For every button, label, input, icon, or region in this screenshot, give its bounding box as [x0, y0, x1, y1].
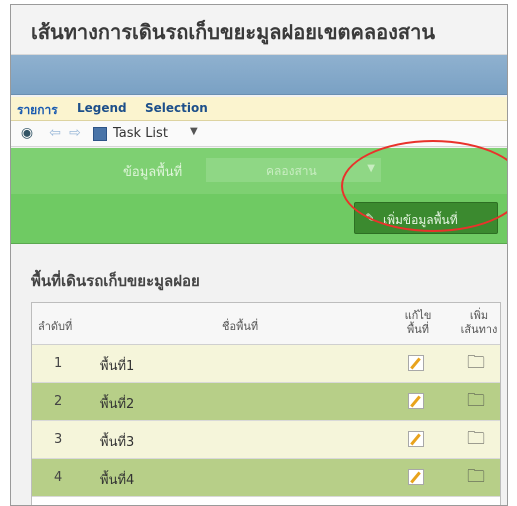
column-header-edit-line2: พื้นที่	[406, 323, 430, 336]
table-row: 1 พื้นที่1 🗀	[32, 345, 500, 383]
tab-legend[interactable]: Legend	[77, 101, 127, 115]
back-arrow-icon[interactable]: ⇦	[47, 125, 63, 141]
area-table: ลำดับที่ ชื่อพื้นที่ แก้ไข พื้นที่ เพิ่ม…	[31, 302, 501, 505]
page-title: เส้นทางการเดินรถเก็บขยะมูลฝอยเขตคลองสาน	[31, 20, 436, 44]
edit-icon[interactable]	[408, 469, 424, 485]
column-header-edit: แก้ไข พื้นที่	[400, 309, 436, 337]
task-list-menu[interactable]: Task List	[113, 126, 168, 141]
column-header-route: เพิ่ม เส้นทาง	[460, 309, 498, 337]
edit-icon[interactable]	[408, 393, 424, 409]
column-header-route-line2: เส้นทาง	[460, 323, 498, 336]
row-number: 2	[54, 394, 63, 409]
chevron-down-icon: ▼	[367, 163, 375, 174]
row-area-name: พื้นที่4	[100, 473, 135, 488]
filter-bar: ข้อมูลพื้นที่ คลองสาน ▼	[11, 148, 507, 194]
column-header-edit-line1: แก้ไข	[404, 309, 432, 322]
table-row: 2 พื้นที่2 🗀	[32, 383, 500, 421]
chevron-down-icon[interactable]: ▼	[190, 126, 198, 137]
add-route-icon[interactable]: 🗀	[467, 391, 485, 411]
action-bar: ✎ เพิ่มข้อมูลพื้นที่	[11, 194, 507, 244]
tab-strip: รายการ Legend Selection	[11, 97, 507, 121]
header-band	[11, 55, 507, 95]
column-header-no: ลำดับที่	[38, 320, 73, 333]
tab-list[interactable]: รายการ	[17, 101, 58, 120]
app-window: เส้นทางการเดินรถเก็บขยะมูลฝอยเขตคลองสาน …	[10, 4, 508, 506]
area-filter-label: ข้อมูลพื้นที่	[123, 165, 183, 180]
add-area-button[interactable]: ✎ เพิ่มข้อมูลพื้นที่	[354, 202, 498, 234]
forward-arrow-icon[interactable]: ⇨	[67, 125, 83, 141]
add-route-icon[interactable]: 🗀	[467, 353, 485, 373]
section-title: พื้นที่เดินรถเก็บขยะมูลฝอย	[31, 272, 200, 290]
toolbar: ◉ ⇦ ⇨ Task List ▼	[11, 121, 507, 147]
row-number: 1	[54, 356, 63, 371]
row-area-name: พื้นที่1	[100, 359, 135, 374]
tab-selection[interactable]: Selection	[145, 101, 208, 115]
row-area-name: พื้นที่3	[100, 435, 135, 450]
row-area-name: พื้นที่2	[100, 397, 135, 412]
table-header: ลำดับที่ ชื่อพื้นที่ แก้ไข พื้นที่ เพิ่ม…	[32, 303, 500, 345]
add-route-icon[interactable]: 🗀	[467, 429, 485, 449]
row-number: 3	[54, 432, 63, 447]
area-select[interactable]: คลองสาน ▼	[206, 158, 381, 182]
table-row: 4 พื้นที่4 🗀	[32, 459, 500, 497]
task-list-icon[interactable]	[93, 127, 107, 141]
title-bar: เส้นทางการเดินรถเก็บขยะมูลฝอยเขตคลองสาน	[11, 5, 507, 55]
area-select-value: คลองสาน	[266, 164, 317, 178]
table-row: 3 พื้นที่3 🗀	[32, 421, 500, 459]
edit-icon[interactable]	[408, 431, 424, 447]
globe-icon[interactable]: ◉	[19, 125, 35, 141]
row-number: 4	[54, 470, 63, 485]
add-area-label: เพิ่มข้อมูลพื้นที่	[383, 213, 458, 227]
add-route-icon[interactable]: 🗀	[467, 467, 485, 487]
edit-square-icon: ✎	[365, 211, 376, 225]
column-header-route-line1: เพิ่ม	[469, 309, 489, 322]
edit-icon[interactable]	[408, 355, 424, 371]
column-header-name: ชื่อพื้นที่	[222, 320, 259, 333]
